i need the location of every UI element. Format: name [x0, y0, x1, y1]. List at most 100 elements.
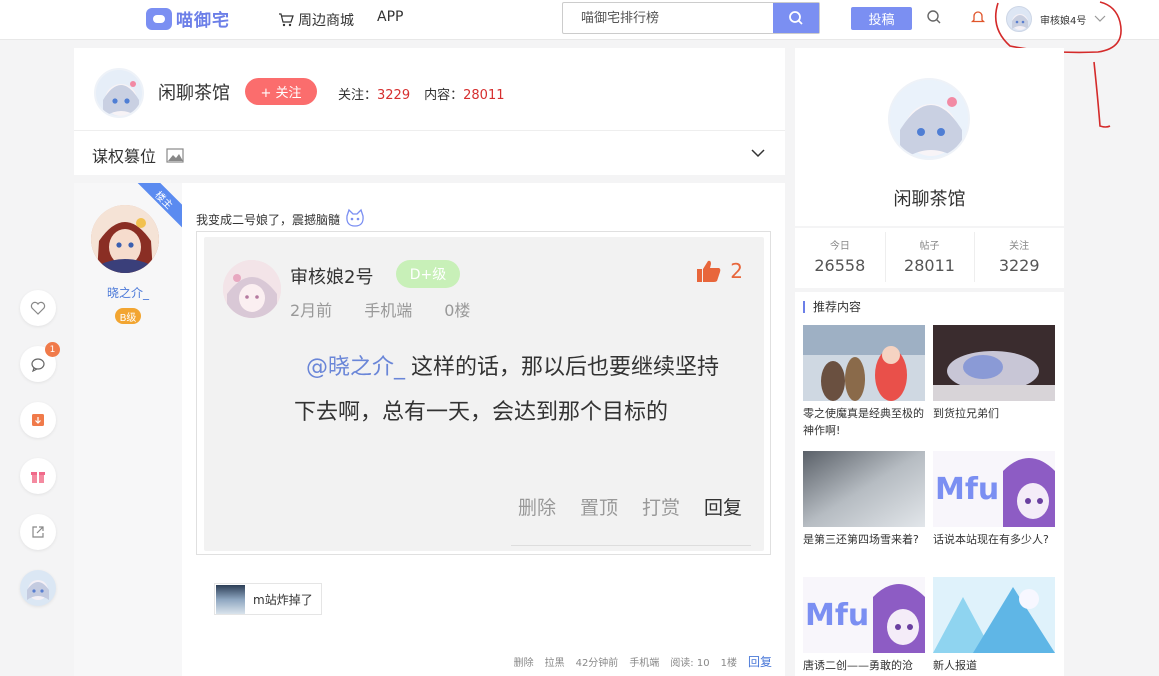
rec-item[interactable]: Mfu 唐诱二创——勇敢的沧 — [803, 577, 925, 674]
search-button[interactable] — [773, 3, 819, 33]
sub-reply[interactable]: m站炸掉了 — [214, 583, 322, 615]
gift-button[interactable] — [20, 458, 56, 494]
rec-thumbnail: Mfu — [803, 577, 925, 653]
post-area: 楼主 晓之介_ B级 我变成二号娘了，震撼脑髓 审核娘2号 D+级 2 2月前 … — [74, 183, 785, 676]
quote-like-button[interactable]: 2 — [696, 259, 743, 283]
svg-text:Mfu: Mfu — [935, 472, 999, 507]
share-button[interactable] — [20, 514, 56, 550]
comment-button[interactable]: 1 — [20, 342, 60, 382]
sidebar-forum-card: 闲聊茶馆 — [795, 48, 1064, 226]
image-icon — [166, 147, 184, 163]
quote-pin-button[interactable]: 置顶 — [580, 493, 618, 520]
reply-link[interactable]: 回复 — [748, 653, 772, 670]
author-column: 楼主 晓之介_ B级 — [74, 183, 182, 676]
rec-item[interactable]: 到货拉兄弟们 — [933, 325, 1055, 422]
svg-text:Mfu: Mfu — [805, 598, 869, 633]
logo-cat-icon — [146, 7, 172, 30]
rec-item[interactable]: 是第三还第四场雪来着? — [803, 451, 925, 548]
author-avatar[interactable] — [91, 205, 159, 273]
comment-icon — [31, 357, 45, 372]
rec-caption: 唐诱二创——勇敢的沧 — [803, 659, 913, 672]
sub-reply-thumbnail — [216, 584, 245, 614]
nav-shop-label: 周边商城 — [298, 13, 354, 29]
quote-delete-button[interactable]: 删除 — [518, 493, 556, 520]
favorite-button[interactable] — [20, 402, 56, 438]
content-stat: 内容：28011 — [424, 84, 504, 103]
post-floor: 1楼 — [720, 658, 737, 669]
rec-item[interactable]: 新人报道 — [933, 577, 1055, 674]
quote-author-name[interactable]: 审核娘2号 — [290, 263, 373, 289]
thread-title: 谋权篡位 — [92, 143, 184, 167]
stat-today: 今日 26558 — [795, 228, 885, 288]
quote-device: 手机端 — [364, 301, 413, 320]
rec-item[interactable]: Mfu 话说本站现在有多少人? — [933, 451, 1055, 548]
quote-tip-button[interactable]: 打赏 — [642, 493, 680, 520]
block-link[interactable]: 拉黑 — [545, 654, 565, 669]
quote-actions: 删除 置顶 打赏 回复 — [518, 493, 742, 520]
sidebar-forum-avatar[interactable] — [888, 78, 970, 160]
content-stat-label: 内容： — [424, 88, 464, 103]
forum-avatar[interactable] — [94, 68, 144, 118]
quote-time: 2月前 — [290, 301, 333, 320]
bell-icon[interactable] — [970, 9, 986, 25]
stat-value: 28011 — [904, 256, 955, 275]
thumbs-up-icon — [697, 260, 721, 282]
post-time: 42分钟前 — [575, 658, 619, 669]
nav-app-link[interactable]: APP — [377, 9, 403, 25]
quote-reply-button[interactable]: 回复 — [704, 493, 742, 520]
search-icon[interactable] — [926, 9, 942, 25]
chevron-down-icon — [1094, 15, 1106, 22]
user-menu[interactable]: 审核娘4号 — [1006, 6, 1106, 32]
author-name[interactable]: 晓之介_ — [74, 284, 182, 301]
stat-followers: 关注 3229 — [974, 228, 1064, 288]
follow-stat: 关注：3229 — [338, 84, 410, 103]
rec-thumbnail: Mfu — [933, 451, 1055, 527]
share-icon — [32, 526, 44, 538]
post-button[interactable]: 投稿 — [851, 7, 912, 30]
view-count-value: 10 — [696, 658, 710, 669]
quote-author-avatar[interactable] — [223, 260, 281, 318]
rec-caption: 零之使魔真是经典至极的神作啊! — [803, 407, 924, 437]
collection-icon — [32, 414, 44, 426]
chevron-down-icon[interactable] — [751, 149, 765, 158]
forum-title: 闲聊茶馆 — [158, 83, 230, 104]
username: 审核娘4号 — [1040, 15, 1087, 27]
heart-icon — [30, 301, 46, 315]
stat-value: 26558 — [814, 256, 866, 275]
thread-title-text: 谋权篡位 — [92, 147, 157, 166]
follow-button[interactable]: + 关注 — [245, 78, 317, 105]
post-text-content: 我变成二号娘了，震撼脑髓 — [196, 212, 341, 227]
stat-value: 3229 — [998, 256, 1040, 275]
quote-level-badge: D+级 — [396, 260, 460, 288]
avatar-icon — [27, 580, 49, 600]
rec-caption: 到货拉兄弟们 — [933, 407, 999, 420]
my-avatar-button[interactable] — [20, 570, 56, 606]
top-navbar: 喵御宅 周边商城 APP 投稿 审核娘4号 — [0, 0, 1159, 40]
search-input[interactable] — [563, 3, 773, 33]
rec-caption: 是第三还第四场雪来着? — [803, 533, 919, 546]
recommended-card: 推荐内容 零之使魔真是经典至极的神作啊! 到货拉兄弟们 是第三还第四场雪来着? … — [795, 292, 1064, 676]
quoted-reply-box: 审核娘2号 D+级 2 2月前 手机端 0楼 @晓之介_ 这样的话，那以后也要继续… — [196, 231, 771, 555]
forum-stats: 关注：3229 内容：28011 — [338, 84, 504, 103]
forum-header-card: 闲聊茶馆 + 关注 关注：3229 内容：28011 谋权篡位 — [74, 48, 785, 175]
search-icon — [789, 11, 803, 25]
view-count-label: 阅读: — [670, 658, 694, 669]
logo-text: 喵御宅 — [176, 11, 230, 31]
mention-link[interactable]: @晓之介_ — [306, 355, 405, 380]
quote-body: @晓之介_ 这样的话，那以后也要继续坚持下去啊，总有一天，会达到那个目标的 — [294, 345, 724, 435]
quote-meta: 2月前 手机端 0楼 — [290, 297, 470, 321]
content-stat-value: 28011 — [463, 88, 505, 103]
cat-emoji-icon — [346, 208, 364, 227]
site-logo[interactable]: 喵御宅 — [146, 6, 230, 31]
rec-item[interactable]: 零之使魔真是经典至极的神作啊! — [803, 325, 925, 439]
delete-link[interactable]: 删除 — [514, 654, 534, 669]
post-footer: 删除 拉黑 42分钟前 手机端 阅读: 10 1楼 回复 — [514, 653, 772, 670]
comment-count-badge: 1 — [45, 342, 60, 357]
follow-stat-value: 3229 — [377, 88, 411, 103]
view-count: 阅读: 10 — [670, 654, 709, 669]
post-device: 手机端 — [629, 658, 660, 669]
like-button[interactable] — [20, 290, 56, 326]
nav-shop-link[interactable]: 周边商城 — [278, 10, 354, 30]
rec-caption: 新人报道 — [933, 659, 977, 672]
sub-reply-text: m站炸掉了 — [253, 592, 313, 607]
